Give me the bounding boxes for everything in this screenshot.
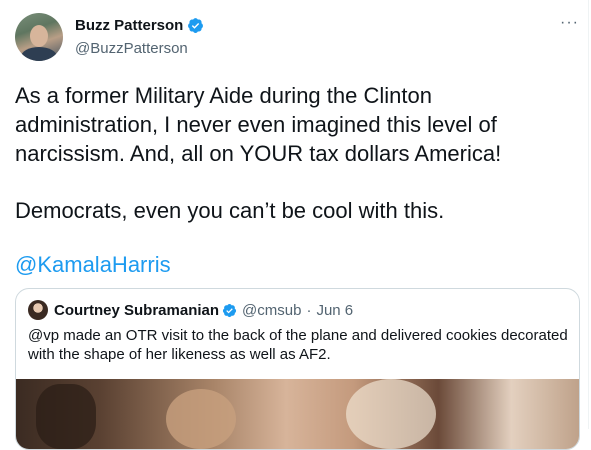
verified-badge-icon	[187, 17, 204, 34]
avatar-face	[30, 25, 48, 47]
more-options-icon[interactable]: ···	[560, 14, 579, 32]
quoted-author-avatar[interactable]	[28, 300, 48, 320]
quoted-author-handle[interactable]: @cmsub	[242, 302, 301, 319]
quoted-author-name[interactable]: Courtney Subramanian	[54, 302, 219, 319]
image-shape	[36, 384, 96, 449]
author-name[interactable]: Buzz Patterson	[75, 17, 183, 34]
avatar-shirt	[21, 47, 57, 61]
column-border	[588, 0, 589, 429]
quoted-separator: ·	[306, 301, 312, 319]
quoted-date[interactable]: Jun 6	[316, 302, 353, 319]
tweet-paragraph-1: As a former Military Aide during the Cli…	[15, 83, 502, 166]
author-avatar[interactable]	[15, 13, 63, 61]
quoted-tweet-card[interactable]: Courtney Subramanian @cmsub · Jun 6 @vp …	[15, 288, 580, 450]
image-shape	[166, 389, 236, 449]
quoted-tweet-text: @vp made an OTR visit to the back of the…	[28, 327, 568, 363]
tweet-paragraph-2: Democrats, even you can’t be cool with t…	[15, 198, 445, 223]
verified-badge-icon	[222, 303, 237, 318]
quoted-tweet-header: Courtney Subramanian @cmsub · Jun 6	[28, 300, 353, 320]
author-handle[interactable]: @BuzzPatterson	[75, 40, 188, 57]
quoted-tweet-image[interactable]	[16, 379, 579, 449]
mention-link[interactable]: @KamalaHarris	[15, 250, 171, 279]
author-name-row[interactable]: Buzz Patterson	[75, 17, 204, 34]
image-shape	[346, 379, 436, 449]
